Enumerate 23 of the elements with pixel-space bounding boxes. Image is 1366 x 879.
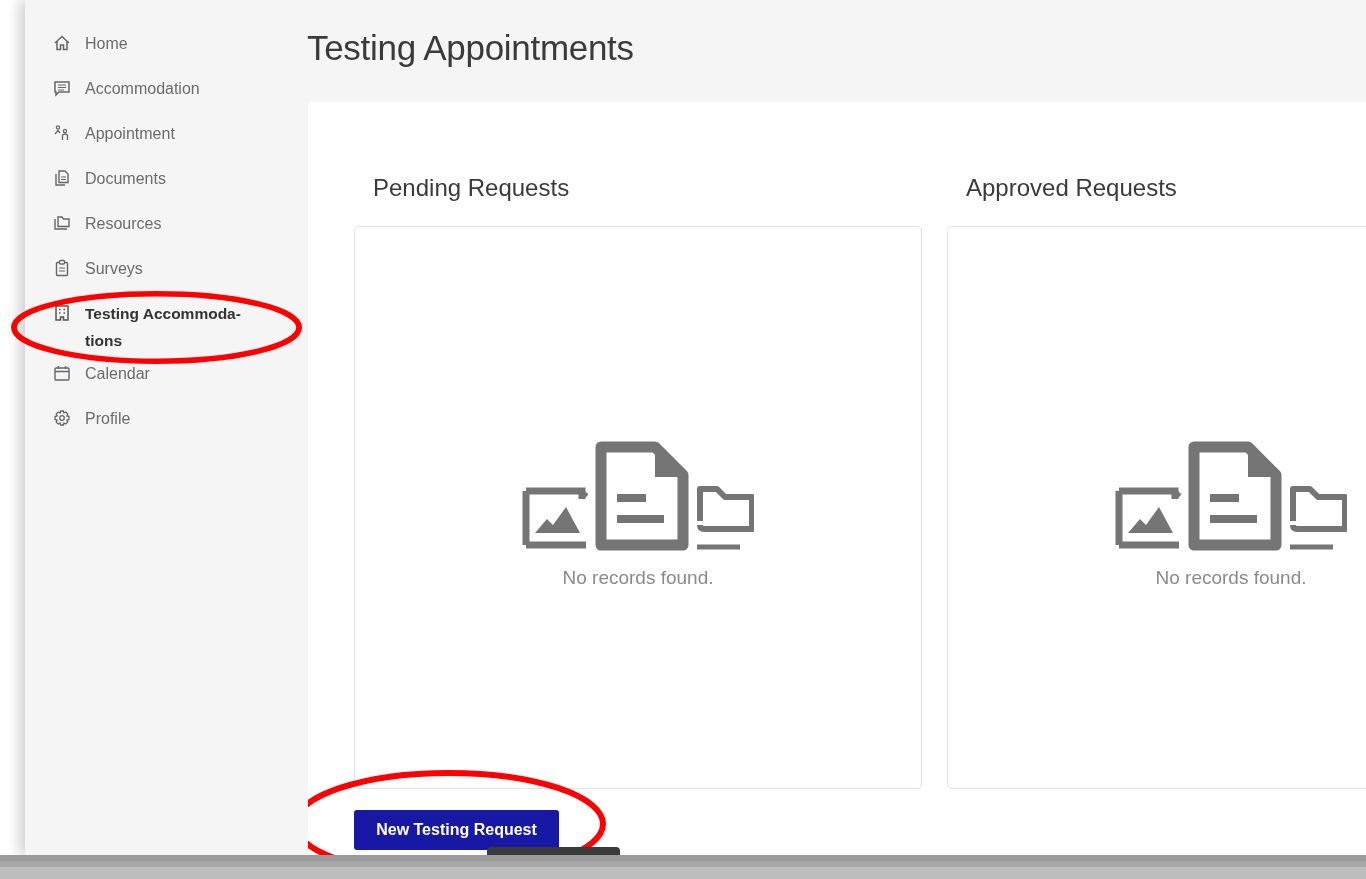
sidebar-item[interactable]: Home [53,27,253,72]
sidebar-item[interactable]: Documents [53,162,253,207]
sidebar-item[interactable]: Surveys [53,252,253,297]
empty-state-message: No records found. [1155,566,1307,589]
building-icon [53,304,71,322]
empty-state-message: No records found. [562,566,714,589]
new-request-button[interactable]: New Testing Request [354,810,559,850]
message-icon [53,79,71,97]
sidebar-item[interactable]: Profile [53,402,253,447]
panel-title: Approved Requests [966,173,1178,203]
page-title: Testing Appointments [307,28,635,69]
home-icon [53,34,71,52]
settings-icon [53,409,71,427]
clipboard-icon [53,259,71,277]
calendar-icon [53,364,71,382]
folder-icon [53,214,71,232]
sidebar-item[interactable]: Calendar [53,357,253,402]
sidebar-item[interactable]: Appointment [53,117,253,162]
document-icon [53,169,71,187]
sidebar-item[interactable]: Resources [53,207,253,252]
sidebar-item[interactable]: Accommodation [53,72,253,117]
people-icon [53,124,71,142]
panel-title: Pending Requests [373,173,571,203]
